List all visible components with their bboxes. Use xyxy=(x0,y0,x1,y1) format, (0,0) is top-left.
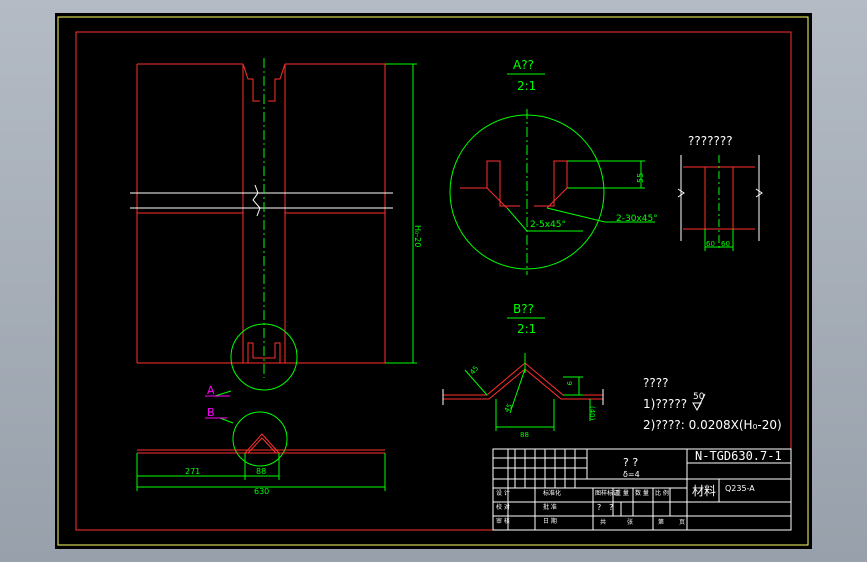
tb-ratio: 比 例 xyxy=(655,489,669,497)
tb-page: 第 xyxy=(658,518,664,526)
view-a-circle xyxy=(449,114,605,270)
notes-heading: ???? xyxy=(643,376,668,390)
main-view xyxy=(136,63,386,364)
view-b-scale: 2:1 xyxy=(517,322,536,336)
view-b-dim-45: 45 xyxy=(503,402,514,414)
view-a-dim-55: 55 xyxy=(636,173,645,183)
label-b[interactable]: B xyxy=(207,406,215,419)
tb-sheet: 张 xyxy=(627,518,633,526)
thickness: δ=4 xyxy=(623,470,640,479)
view-b-dim-9: 9 xyxy=(565,381,573,385)
break-lines xyxy=(130,184,393,217)
inner-border xyxy=(75,31,792,531)
material-value: Q235-A xyxy=(725,484,755,493)
dim-271: 271 xyxy=(185,467,200,476)
drawing-number: N-TGD630.7-1 xyxy=(695,449,782,463)
view-b-dim-88: 88 xyxy=(520,431,529,439)
part-name: ? ? xyxy=(623,456,638,469)
tb-q2: ? xyxy=(609,503,613,512)
leader-a xyxy=(214,390,232,397)
view-a-title: A?? xyxy=(513,58,534,72)
tb-approve: 批 准 xyxy=(543,503,557,511)
view-a-chamfer-large: 2-30x45° xyxy=(616,214,658,224)
bottom-view xyxy=(137,433,385,454)
tb-review: 审 核 xyxy=(496,517,510,525)
detail-c-breaks xyxy=(677,155,763,241)
tb-q1: ? xyxy=(597,503,601,512)
detail-c-dim-60b: 60 xyxy=(721,240,730,248)
tb-page-unit: 页 xyxy=(679,519,685,526)
tb-standard: 标准化 xyxy=(543,489,561,497)
cad-drawing-canvas[interactable]: H₀-20 A B 271 88 630 A?? 2:1 55 2-5x45° … xyxy=(55,13,812,549)
tb-date: 日 期 xyxy=(543,517,557,525)
tb-weight: 重 量 xyxy=(615,489,629,497)
detail-c-dim-60a: 60 xyxy=(706,240,715,248)
tb-total: 共 xyxy=(600,518,606,526)
view-b-dim-40: (40) xyxy=(588,406,596,421)
view-a-chamfer-small: 2-5x45° xyxy=(530,220,566,230)
outer-border xyxy=(57,16,809,546)
material-label: 材料 xyxy=(692,484,716,498)
notes-line2: 2)????: 0.0208X(H₀-20) xyxy=(643,418,782,432)
view-b-title: B?? xyxy=(513,302,534,316)
notes-line1: 1)????? xyxy=(643,397,687,411)
label-a[interactable]: A xyxy=(207,384,215,397)
height-dimension xyxy=(385,63,417,364)
dim-88-bottom: 88 xyxy=(256,467,266,476)
height-dim-text: H₀-20 xyxy=(413,225,422,247)
tb-design: 设 计 xyxy=(496,489,510,497)
tb-qty: 数 量 xyxy=(635,489,649,497)
tb-check: 校 对 xyxy=(496,503,510,511)
dim-630: 630 xyxy=(254,487,269,496)
leader-b xyxy=(219,417,234,424)
detail-c-title: ??????? xyxy=(688,134,733,148)
view-b-dim-r: 45 xyxy=(468,364,480,376)
view-a-scale: 2:1 xyxy=(517,79,536,93)
drawing-svg: H₀-20 A B 271 88 630 A?? 2:1 55 2-5x45° … xyxy=(57,16,809,546)
